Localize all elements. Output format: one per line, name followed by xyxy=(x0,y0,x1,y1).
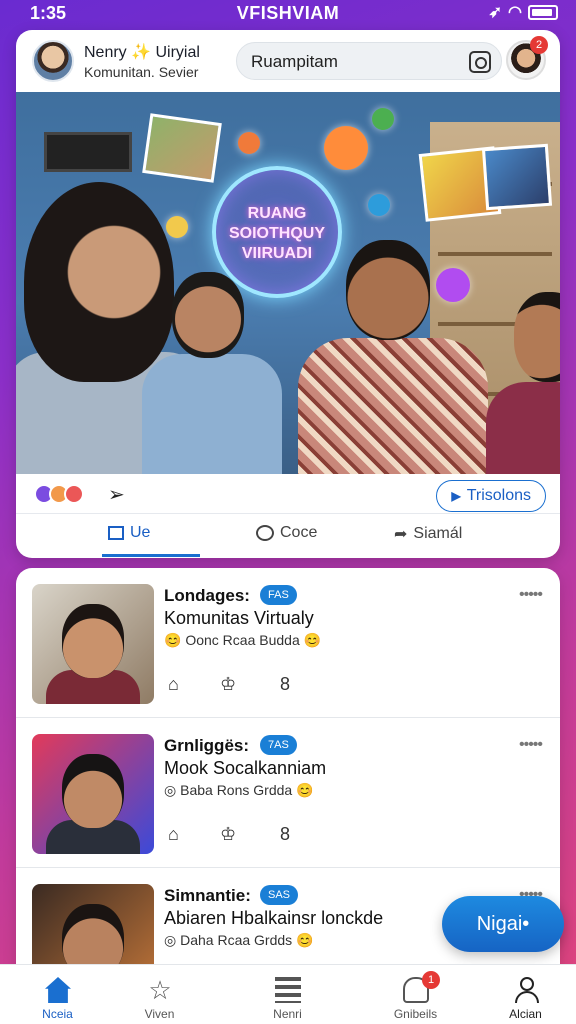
search-icon[interactable] xyxy=(469,51,491,73)
home-icon[interactable]: ⌂ xyxy=(168,824,179,845)
tab-label: Coce xyxy=(280,524,318,541)
orb-line-1: RUANG xyxy=(247,205,307,222)
tab-coce[interactable]: Coce xyxy=(256,524,317,542)
nav-item-gnibeils[interactable]: 1 Gnibeils xyxy=(358,965,473,1024)
reaction-icon xyxy=(64,484,84,504)
crown-icon[interactable]: ♔ xyxy=(220,824,236,845)
tab-share[interactable]: ➦ Siamál xyxy=(394,524,462,544)
person-figure xyxy=(298,338,488,474)
item-title: Grnliggës: xyxy=(164,736,250,755)
search-placeholder: Ruampitam xyxy=(251,52,338,71)
chat-bubble-icon xyxy=(324,126,368,170)
reaction-summary[interactable] xyxy=(34,484,84,504)
wifi-icon: ◠ xyxy=(508,4,522,21)
square-icon xyxy=(108,526,124,540)
home-icon xyxy=(45,977,71,1003)
person-figure xyxy=(346,240,430,340)
item-badge: SAS xyxy=(260,885,299,905)
nav-item-alcian[interactable]: Alcian xyxy=(468,965,576,1024)
post-tabs: Ue Coce ➦ Siamál xyxy=(16,516,560,558)
item-subtitle: Mook Socalkanniam xyxy=(164,758,327,778)
link-icon[interactable]: 8 xyxy=(280,674,290,695)
bell-bubble-icon xyxy=(368,194,390,216)
tab-ue[interactable]: Ue xyxy=(108,524,150,542)
bottom-navigation: Nceia ☆ Viven Nenri 1 Gnibeils Alcian xyxy=(0,964,576,1024)
nav-label: Nceia xyxy=(42,1007,73,1021)
notification-badge: 2 xyxy=(530,36,548,54)
reaction-bubble-icon xyxy=(238,132,260,154)
item-badge: FAS xyxy=(260,585,297,605)
author-subtitle: Komunitan. Sevier xyxy=(84,64,199,80)
more-options-icon[interactable]: ••••• xyxy=(519,586,543,604)
more-options-icon[interactable]: ••••• xyxy=(519,736,543,754)
nav-label: Gnibeils xyxy=(393,1007,438,1021)
item-title: Simnantie: xyxy=(164,886,251,905)
nav-label: Alcian xyxy=(509,1007,542,1021)
item-meta: 😊 Oonc Rcaa Budda 😊 xyxy=(164,632,322,648)
list-item[interactable]: Grnliggës: 7AS Mook Socalkanniam ◎ Baba … xyxy=(16,718,560,868)
check-bubble-icon xyxy=(372,108,394,130)
hero-image[interactable]: RUANG SOIOTHQUY VIIRUADI xyxy=(16,92,560,474)
item-meta: ◎ Baba Rons Grdda 😊 xyxy=(164,782,314,798)
nav-notification-badge: 1 xyxy=(422,971,440,989)
person-figure xyxy=(142,354,282,474)
item-meta: ◎ Daha Rcaa Grdds 😊 xyxy=(164,932,314,948)
link-icon[interactable]: 8 xyxy=(280,824,290,845)
crown-icon[interactable]: ♔ xyxy=(220,674,236,695)
item-subtitle: Komunitas Virtualy xyxy=(164,608,314,628)
nav-label: Nenri xyxy=(273,1007,302,1021)
floating-photo xyxy=(481,143,553,211)
transmit-button[interactable]: ▶ Trisolons xyxy=(436,480,546,512)
status-bar: 1:35 VFISHVIAM ➶ ◠ xyxy=(0,0,576,28)
home-icon[interactable]: ⌂ xyxy=(168,674,179,695)
item-thumbnail[interactable] xyxy=(32,734,154,854)
post-header: Nenry ✨ Uiryial Komunitan. Sevier Ruampi… xyxy=(16,30,560,92)
person-figure xyxy=(172,272,244,358)
post-actions: ➢ ▶ Trisolons xyxy=(16,474,560,514)
new-post-fab[interactable]: Nigai• xyxy=(442,896,564,952)
item-thumbnail[interactable] xyxy=(32,584,154,704)
search-input[interactable]: Ruampitam xyxy=(236,42,502,80)
author-avatar[interactable] xyxy=(32,40,74,82)
wall-frame xyxy=(44,132,132,172)
active-tab-indicator xyxy=(102,554,200,557)
nav-item-nenri[interactable]: Nenri xyxy=(230,965,345,1024)
person-figure xyxy=(486,382,560,474)
author-name[interactable]: Nenry ✨ Uiryial xyxy=(84,42,200,62)
transmit-label: Trisolons xyxy=(466,487,531,504)
floating-photo xyxy=(142,113,222,183)
tab-label: Ue xyxy=(130,524,151,541)
star-icon: ☆ xyxy=(148,975,172,1005)
play-icon: ▶ xyxy=(451,489,461,503)
nav-item-home[interactable]: Nceia xyxy=(0,965,115,1024)
list-icon xyxy=(275,977,301,1003)
item-subtitle: Abiaren Hbalkainsr lonckde xyxy=(164,908,384,928)
comment-icon xyxy=(256,525,274,541)
play-bubble-icon xyxy=(436,268,470,302)
status-icons: ➶ ◠ xyxy=(489,2,558,22)
featured-post-card: Nenry ✨ Uiryial Komunitan. Sevier Ruampi… xyxy=(16,30,560,558)
orb-line-2: SOIOTHQUY xyxy=(228,225,325,242)
battery-icon xyxy=(528,4,558,20)
location-icon: ➶ xyxy=(488,4,503,21)
emoji-bubble-icon xyxy=(166,216,188,238)
orb-line-3: VIIRUADI xyxy=(241,245,313,262)
user-icon xyxy=(513,977,539,1003)
item-title: Londages: xyxy=(164,586,250,605)
person-figure xyxy=(24,182,174,382)
tab-label: Siamál xyxy=(413,525,463,542)
send-icon[interactable]: ➢ xyxy=(108,482,125,507)
nav-label: Viven xyxy=(144,1007,175,1021)
list-item[interactable]: Londages: FAS Komunitas Virtualy 😊 Oonc … xyxy=(16,568,560,718)
nav-item-viven[interactable]: ☆ Viven xyxy=(102,965,217,1024)
virtual-room-orb: RUANG SOIOTHQUY VIIRUADI xyxy=(212,166,342,298)
item-badge: 7AS xyxy=(260,735,297,755)
share-icon: ➦ xyxy=(394,526,408,543)
